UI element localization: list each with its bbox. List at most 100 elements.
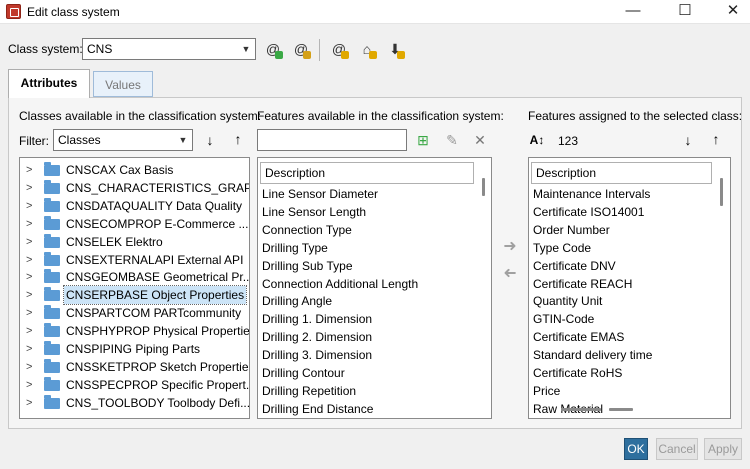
tree-item[interactable]: > CNSCAX Cax Basis: [20, 161, 249, 179]
window-title: Edit class system: [27, 5, 120, 19]
tree-item-label: CNSSKETPROP Sketch Properties: [66, 359, 250, 374]
vertical-scrollbar[interactable]: [720, 178, 723, 206]
ok-button[interactable]: OK: [624, 438, 648, 460]
list-item[interactable]: Drilling 3. Dimension: [262, 346, 477, 364]
chevron-right-icon[interactable]: >: [26, 304, 36, 322]
maximize-button[interactable]: ☐: [662, 0, 708, 24]
tree-item[interactable]: > CNSELEK Elektro: [20, 233, 249, 251]
chevron-right-icon[interactable]: >: [26, 197, 36, 215]
horizontal-scrollbar[interactable]: [609, 408, 633, 411]
list-item[interactable]: Certificate EMAS: [533, 328, 716, 346]
list-item[interactable]: Drilling 2. Dimension: [262, 328, 477, 346]
apply-button[interactable]: Apply: [704, 438, 742, 460]
sort-down-icon[interactable]: ↓: [201, 131, 219, 149]
sort-up-icon[interactable]: ↑: [229, 130, 247, 148]
chevron-right-icon[interactable]: >: [26, 340, 36, 358]
sort-az-icon[interactable]: A↕: [528, 131, 546, 149]
list-item[interactable]: Maintenance Intervals: [533, 185, 716, 203]
tree-item-label: CNSPARTCOM PARTcommunity: [66, 306, 242, 321]
chevron-right-icon[interactable]: >: [26, 161, 36, 179]
chevron-right-icon[interactable]: >: [26, 394, 36, 412]
list-item[interactable]: Drilling End Distance: [262, 400, 477, 418]
vertical-scrollbar[interactable]: [482, 178, 485, 196]
chevron-right-icon[interactable]: >: [26, 179, 36, 197]
list-item[interactable]: Drilling 1. Dimension: [262, 310, 477, 328]
horizontal-scrollbar[interactable]: [561, 408, 601, 411]
column-header-description[interactable]: Description: [260, 162, 474, 184]
chevron-right-icon[interactable]: >: [26, 322, 36, 340]
chevron-down-icon[interactable]: ▼: [174, 130, 192, 150]
tree-item-label: CNSELEK Elektro: [66, 234, 163, 249]
tree-item[interactable]: > CNSSPECPROP Specific Propert...: [20, 376, 249, 394]
chevron-right-icon[interactable]: >: [26, 376, 36, 394]
list-item[interactable]: Certificate RoHS: [533, 364, 716, 382]
move-up-icon[interactable]: ↑: [707, 130, 725, 148]
move-left-icon[interactable]: ➜: [501, 265, 519, 283]
list-item[interactable]: Standard delivery time: [533, 346, 716, 364]
list-item[interactable]: Certificate DNV: [533, 257, 716, 275]
list-item[interactable]: Order Number: [533, 221, 716, 239]
list-item[interactable]: Line Sensor Length: [262, 203, 477, 221]
list-item[interactable]: Drilling Sub Type: [262, 257, 477, 275]
list-item[interactable]: Certificate ISO14001: [533, 203, 716, 221]
list-item[interactable]: Type Code: [533, 239, 716, 257]
classes-tree[interactable]: > CNSCAX Cax Basis > CNS_CHARACTERISTICS_GR…: [19, 157, 250, 419]
add-class-system-icon[interactable]: @: [262, 38, 284, 60]
list-item[interactable]: Drilling Type: [262, 239, 477, 257]
chevron-right-icon[interactable]: >: [26, 286, 36, 304]
folder-icon: [44, 269, 60, 284]
minimize-button[interactable]: —: [610, 0, 656, 24]
chevron-down-icon[interactable]: ▼: [237, 39, 255, 59]
class-system-combo[interactable]: CNS ▼: [82, 38, 256, 60]
chevron-right-icon[interactable]: >: [26, 233, 36, 251]
add-feature-icon[interactable]: ⊞: [414, 131, 432, 149]
toolbar-separator: [319, 39, 320, 61]
move-right-icon[interactable]: ➜: [501, 238, 519, 256]
filter-value: Classes: [58, 133, 101, 147]
list-item[interactable]: Drilling Contour: [262, 364, 477, 382]
sort-numeric-label[interactable]: 123: [558, 134, 578, 148]
chevron-right-icon[interactable]: >: [26, 358, 36, 376]
column-header-description[interactable]: Description: [531, 162, 712, 184]
filter-combo[interactable]: Classes ▼: [53, 129, 193, 151]
tree-item[interactable]: > CNSEXTERNALAPI External API: [20, 251, 249, 269]
tree-item[interactable]: > CNSSKETPROP Sketch Properties: [20, 358, 249, 376]
tree-item-label: CNSDATAQUALITY Data Quality: [66, 198, 243, 213]
tree-item[interactable]: > CNSDATAQUALITY Data Quality: [20, 197, 249, 215]
tree-item[interactable]: > CNS_TOOLBODY Toolbody Defi...: [20, 394, 249, 412]
tab-attributes[interactable]: Attributes: [8, 69, 90, 98]
tab-values[interactable]: Values: [93, 71, 153, 97]
list-item[interactable]: Drilling Angle: [262, 292, 477, 310]
features-available-list[interactable]: Description Line Sensor Diameter Line Sen…: [257, 157, 492, 419]
tree-item[interactable]: > CNS_CHARACTERISTICS_GRAP...: [20, 179, 249, 197]
list-item[interactable]: GTIN-Code: [533, 310, 716, 328]
list-item[interactable]: Drilling Repetition: [262, 382, 477, 400]
list-item[interactable]: Connection Type: [262, 221, 477, 239]
class-attributes-icon[interactable]: @: [328, 38, 350, 60]
delete-feature-icon[interactable]: ✕: [471, 131, 489, 149]
list-item[interactable]: Certificate REACH: [533, 275, 716, 293]
feature-search-input[interactable]: [257, 129, 407, 151]
chevron-right-icon[interactable]: >: [26, 268, 36, 286]
list-item[interactable]: Line Sensor Diameter: [262, 185, 477, 203]
close-button[interactable]: ✕: [710, 0, 750, 24]
import-icon[interactable]: ⌂: [356, 38, 378, 60]
list-item[interactable]: Quantity Unit: [533, 292, 716, 310]
move-down-icon[interactable]: ↓: [679, 131, 697, 149]
folder-icon: [44, 233, 60, 248]
tree-item[interactable]: > CNSPIPING Piping Parts: [20, 340, 249, 358]
tree-item[interactable]: > CNSGEOMBASE Geometrical Pr...: [20, 268, 249, 286]
tree-item[interactable]: > CNSPARTCOM PARTcommunity: [20, 304, 249, 322]
tree-item[interactable]: > CNSPHYPROP Physical Properties: [20, 322, 249, 340]
chevron-right-icon[interactable]: >: [26, 215, 36, 233]
tree-item[interactable]: > CNSERPBASE Object Properties: [20, 285, 249, 306]
list-item[interactable]: Price: [533, 382, 716, 400]
edit-class-system-icon[interactable]: @: [290, 38, 312, 60]
folder-icon: [44, 287, 60, 302]
export-icon[interactable]: ⬇: [384, 38, 406, 60]
list-item[interactable]: Connection Additional Length: [262, 275, 477, 293]
tree-item[interactable]: > CNSECOMPROP E-Commerce ...: [20, 215, 249, 233]
features-assigned-list[interactable]: Description Maintenance Intervals Certifi…: [528, 157, 731, 419]
chevron-right-icon[interactable]: >: [26, 251, 36, 269]
cancel-button[interactable]: Cancel: [656, 438, 698, 460]
